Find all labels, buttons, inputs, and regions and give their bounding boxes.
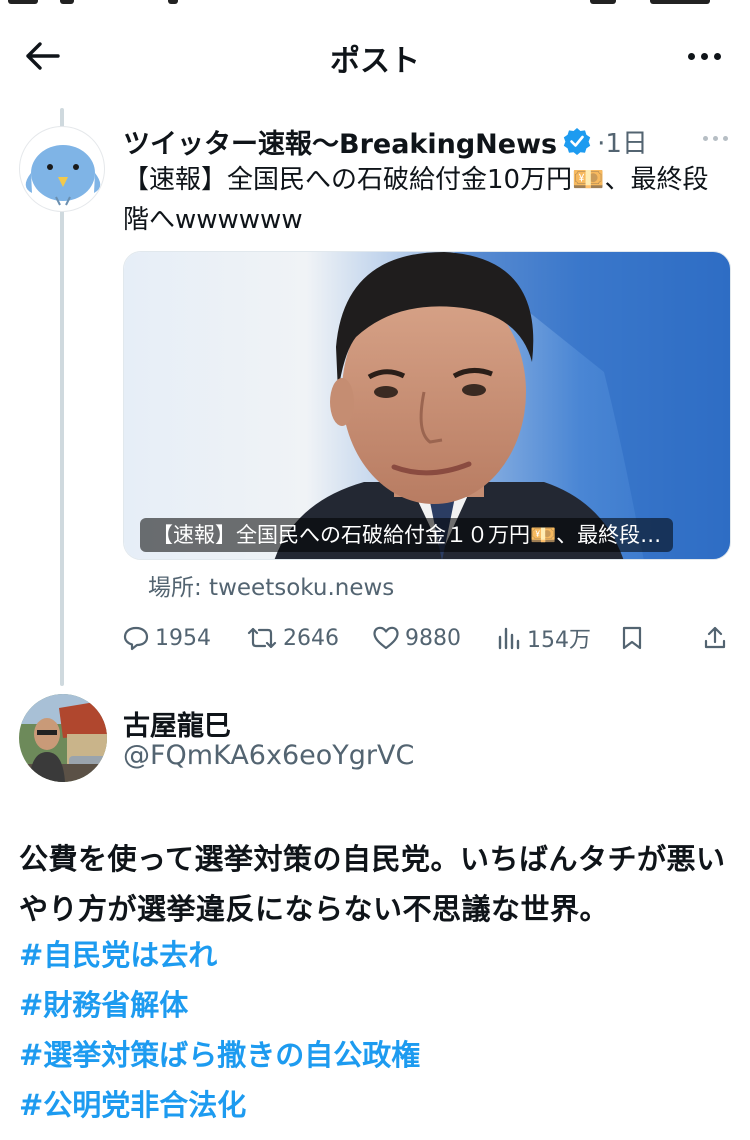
hashtag-link[interactable]: #公明党非合法化 bbox=[19, 1080, 734, 1130]
top-bar: ポスト bbox=[0, 22, 750, 90]
like-count: 9880 bbox=[405, 625, 461, 651]
bookmark-icon bbox=[622, 626, 642, 650]
reply-count: 1954 bbox=[155, 625, 211, 651]
repost-icon bbox=[247, 627, 277, 649]
more-dot-icon bbox=[687, 52, 695, 60]
card-headline: 【速報】全国民への石破給付金１０万円💴、最終段… bbox=[140, 518, 674, 552]
link-card[interactable]: 【速報】全国民への石破給付金１０万円💴、最終段… bbox=[123, 251, 731, 560]
more-options-button[interactable] bbox=[680, 36, 728, 76]
page-title: ポスト bbox=[330, 44, 420, 79]
post-text: 公費を使って選挙対策の自民党。いちばんタチが悪いやり方が選挙違反にならない不思議… bbox=[19, 842, 726, 926]
avatar[interactable] bbox=[19, 694, 107, 782]
like-button[interactable]: 9880 bbox=[373, 618, 461, 658]
verified-badge-icon bbox=[563, 128, 591, 155]
more-dot-icon bbox=[703, 136, 708, 141]
share-button[interactable] bbox=[703, 618, 727, 658]
views-chart-icon bbox=[498, 627, 520, 650]
bookmark-button[interactable] bbox=[621, 618, 643, 658]
post-author: 古屋龍巳 @FQmKA6x6eoYgrVC bbox=[0, 690, 750, 790]
views-count: 154万 bbox=[527, 628, 591, 653]
views-button[interactable]: 154万 bbox=[497, 618, 591, 658]
author-name[interactable]: 古屋龍巳 bbox=[123, 704, 231, 743]
author-handle[interactable]: @FQmKA6x6eoYgrVC bbox=[123, 740, 414, 771]
hashtag-link[interactable]: #自民党は去れ bbox=[19, 930, 734, 980]
engagement-bar: 1954 2646 9880 154万 bbox=[123, 618, 735, 658]
heart-icon bbox=[373, 626, 399, 650]
more-dot-icon bbox=[723, 136, 728, 141]
card-source-domain[interactable]: 場所: tweetsoku.news bbox=[148, 568, 394, 602]
user-photo bbox=[19, 694, 107, 782]
parent-author-name[interactable]: ツイッター速報〜BreakingNews bbox=[123, 122, 557, 161]
parent-timestamp[interactable]: ·1日 bbox=[597, 123, 648, 160]
bird-avatar-icon bbox=[25, 145, 101, 206]
reply-icon bbox=[123, 626, 149, 651]
share-icon bbox=[704, 626, 726, 649]
card-photo bbox=[124, 252, 730, 559]
avatar[interactable] bbox=[19, 126, 105, 212]
more-dot-icon bbox=[713, 136, 718, 141]
more-dot-icon bbox=[713, 52, 721, 60]
repost-button[interactable]: 2646 bbox=[247, 618, 339, 658]
repost-count: 2646 bbox=[283, 625, 339, 651]
hashtag-list: #自民党は去れ #財務省解体 #選挙対策ばら撒きの自公政権 #公明党非合法化 bbox=[19, 930, 734, 1130]
parent-more-button[interactable] bbox=[703, 136, 728, 141]
hashtag-link[interactable]: #選挙対策ばら撒きの自公政権 bbox=[19, 1030, 734, 1080]
status-bar bbox=[0, 0, 750, 8]
more-dot-icon bbox=[700, 52, 708, 60]
parent-post[interactable]: ツイッター速報〜BreakingNews ·1日 【速報】全国民への石破給付金1… bbox=[0, 112, 750, 682]
hashtag-link[interactable]: #財務省解体 bbox=[19, 980, 734, 1030]
parent-post-text: 【速報】全国民への石破給付金10万円💴、最終段階へwwwwww bbox=[123, 165, 709, 235]
reply-button[interactable]: 1954 bbox=[123, 618, 211, 658]
parent-author-row: ツイッター速報〜BreakingNews ·1日 bbox=[123, 120, 730, 162]
